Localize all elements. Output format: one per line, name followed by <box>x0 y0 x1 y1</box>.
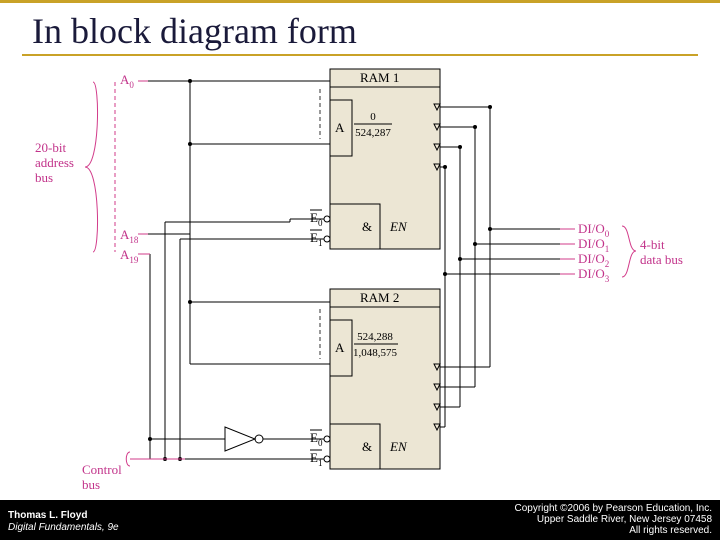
ctrl-bus-1: Control <box>82 462 122 477</box>
ram1-en: EN <box>389 219 408 234</box>
footer-left: Thomas L. Floyd Digital Fundamentals, 9e <box>8 510 119 534</box>
ram2-range-top: 524,288 <box>357 331 393 343</box>
ram2-A: A <box>335 340 345 355</box>
data-bus-1: 4-bit <box>640 237 665 252</box>
footer-copyright: Copyright ©2006 by Pearson Education, In… <box>515 503 713 514</box>
slide-title: In block diagram form <box>32 10 357 52</box>
footer-rights: All rights reserved. <box>515 525 713 536</box>
slide: In block diagram form 20-bit address bus… <box>0 0 720 540</box>
diagram-svg: 20-bit address bus A0 A18 A19 Control bu… <box>30 64 690 494</box>
label-a0: A0 <box>120 72 134 90</box>
ram2-title: RAM 2 <box>360 290 399 305</box>
label-a18: A18 <box>120 227 139 245</box>
footer-bar: Thomas L. Floyd Digital Fundamentals, 9e… <box>0 500 720 540</box>
footer-book: Digital Fundamentals, 9e <box>8 522 119 534</box>
title-underline <box>22 54 698 56</box>
addr-bus-label-1: 20-bit <box>35 140 66 155</box>
block-diagram: 20-bit address bus A0 A18 A19 Control bu… <box>30 64 690 494</box>
ram1-amp: & <box>362 219 372 234</box>
footer-addr: Upper Saddle River, New Jersey 07458 <box>515 514 713 525</box>
top-accent <box>0 0 720 3</box>
ctrl-bus-2: bus <box>82 477 100 492</box>
ram2-en: EN <box>389 439 408 454</box>
footer-author: Thomas L. Floyd <box>8 510 119 522</box>
footer-right: Copyright ©2006 by Pearson Education, In… <box>515 503 713 536</box>
addr-bus-label-3: bus <box>35 170 53 185</box>
data-bus-2: data bus <box>640 252 683 267</box>
label-a19: A19 <box>120 247 139 265</box>
ram2-range-bot: 1,048,575 <box>353 347 398 359</box>
ram1-A: A <box>335 120 345 135</box>
ram1-title: RAM 1 <box>360 70 399 85</box>
ram1-range-bot: 524,287 <box>355 127 391 139</box>
ram2-amp: & <box>362 439 372 454</box>
ram1-range-top: 0 <box>370 111 376 123</box>
addr-bus-label-2: address <box>35 155 74 170</box>
